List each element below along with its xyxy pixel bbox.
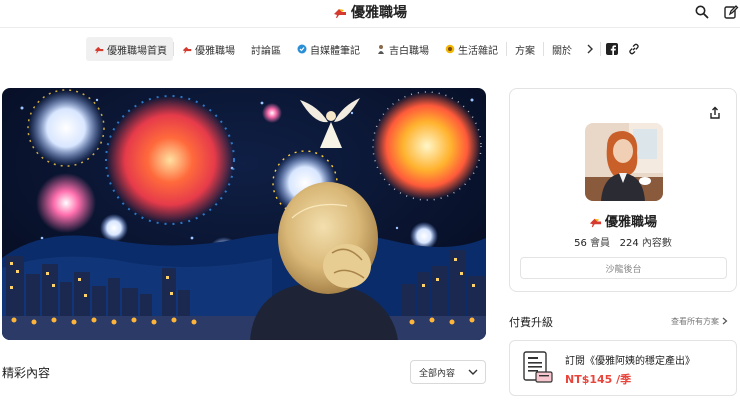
sunflower-icon <box>445 44 455 54</box>
nav-label: 優雅職場 <box>195 45 235 57</box>
search-icon[interactable] <box>694 4 710 20</box>
nav-label: 討論區 <box>251 45 281 57</box>
high-heel-icon <box>182 46 192 54</box>
salon-name: 優雅職場 <box>510 211 736 230</box>
salon-admin-button[interactable]: 沙龍後台 <box>520 257 727 279</box>
nav-label: 吉白職場 <box>389 45 429 57</box>
edit-icon[interactable] <box>723 4 739 20</box>
site-brand[interactable]: 優雅職場 <box>0 2 740 22</box>
top-bar: 優雅職場 <box>0 0 740 28</box>
high-heel-icon <box>589 218 602 228</box>
content-count: 224 <box>619 238 639 249</box>
cover-banner[interactable] <box>2 88 486 340</box>
chevron-right-icon <box>722 317 728 325</box>
high-heel-icon <box>334 9 346 18</box>
plan-name: 訂閱《優雅阿姨的穩定產出》 <box>565 356 695 367</box>
chevron-right-icon <box>587 44 593 54</box>
salon-stats: 56 會員 224 內容數 <box>510 234 736 249</box>
nav-label: 關於 <box>552 45 572 57</box>
nav-label: 方案 <box>515 45 535 57</box>
blue-badge-icon <box>297 44 307 54</box>
section-nav: 優雅職場首頁 優雅職場 討論區 自媒體筆記 吉白職場 生活雜記 方案 關於 <box>86 37 645 61</box>
facebook-link[interactable] <box>601 37 623 61</box>
nav-item-jibai[interactable]: 吉白職場 <box>368 37 437 61</box>
person-icon <box>378 45 384 54</box>
filter-value: 全部內容 <box>419 368 456 379</box>
nav-item-discussion[interactable]: 討論區 <box>243 37 289 61</box>
nav-label: 優雅職場首頁 <box>107 45 167 57</box>
view-all-plans-link[interactable]: 查看所有方案 <box>671 316 728 327</box>
salon-name-text: 優雅職場 <box>604 215 657 230</box>
members-count: 56 <box>574 238 587 249</box>
nav-item-home[interactable]: 優雅職場首頁 <box>86 37 173 61</box>
nav-label: 生活雜記 <box>458 45 498 57</box>
share-icon[interactable] <box>708 106 722 120</box>
fireworks-illustration <box>2 88 486 340</box>
high-heel-icon <box>94 46 104 54</box>
paid-upgrade-title: 付費升級 <box>509 316 553 329</box>
plan-card[interactable]: 訂閱《優雅阿姨的穩定產出》 NT$145 /季 <box>509 340 737 396</box>
avatar[interactable] <box>585 123 663 201</box>
nav-item-elegant[interactable]: 優雅職場 <box>174 37 243 61</box>
avatar-portrait <box>585 123 663 201</box>
site-title: 優雅職場 <box>351 5 407 21</box>
nav-label: 自媒體筆記 <box>310 45 360 57</box>
nav-more-button[interactable] <box>580 37 600 61</box>
copy-link-button[interactable] <box>623 37 645 61</box>
members-label: 會員 <box>590 238 611 249</box>
facebook-icon <box>606 43 618 55</box>
nav-item-media-notes[interactable]: 自媒體筆記 <box>289 37 368 61</box>
view-all-label: 查看所有方案 <box>671 317 719 326</box>
salon-profile-card: 優雅職場 56 會員 224 內容數 沙龍後台 <box>509 88 737 292</box>
link-icon <box>629 43 639 55</box>
nav-item-about[interactable]: 關於 <box>544 37 580 61</box>
featured-content-title: 精彩內容 <box>2 366 51 380</box>
plan-price: NT$145 /季 <box>565 373 632 386</box>
content-label: 內容數 <box>641 238 672 249</box>
content-filter-select[interactable]: 全部內容 <box>410 360 486 384</box>
nav-item-life[interactable]: 生活雜記 <box>437 37 506 61</box>
nav-item-plans[interactable]: 方案 <box>507 37 543 61</box>
document-icon <box>523 351 553 383</box>
chevron-down-icon <box>468 369 478 375</box>
